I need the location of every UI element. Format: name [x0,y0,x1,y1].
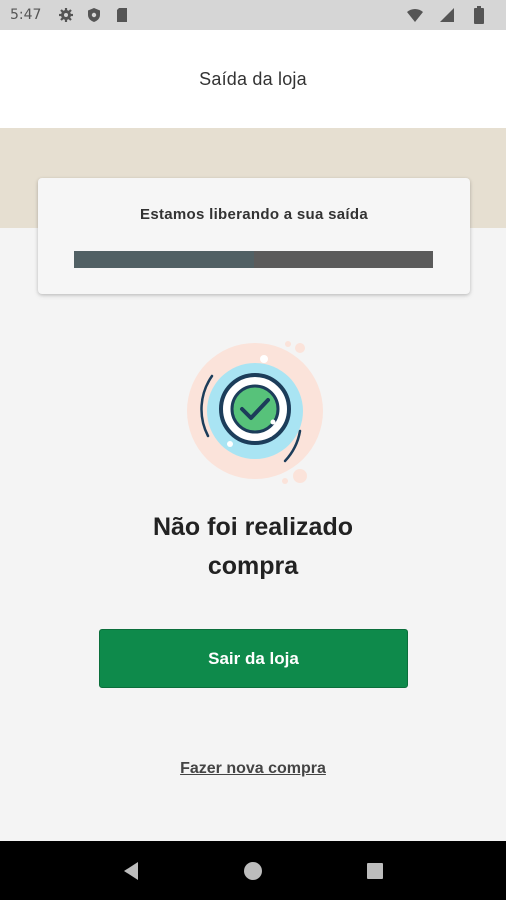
status-message-line1: Não foi realizado [152,513,354,541]
status-time: 5:47 [10,7,42,23]
exit-progress-bar [74,251,433,268]
status-right [404,6,496,24]
status-message-line2: compra [207,552,299,580]
recents-icon[interactable] [363,859,387,883]
check-circle-icon [180,336,330,486]
exit-status-card: Estamos liberando a sua saída [38,178,470,294]
battery-icon [468,6,490,24]
exit-status-text: Estamos liberando a sua saída [140,206,368,223]
back-icon[interactable] [119,859,143,883]
exit-store-screen: 5:47 Saída da loja Estamos liberando a s… [0,0,506,900]
new-purchase-link[interactable]: Fazer nova compra [0,760,506,778]
settings-icon [55,6,77,24]
exit-store-button[interactable]: Sair da loja [99,629,408,688]
status-bar: 5:47 [0,0,506,30]
shield-icon [83,6,105,24]
system-nav-bar [0,841,506,900]
exit-progress-fill [74,251,254,268]
wifi-icon [404,6,426,24]
signal-icon [436,6,458,24]
page-title: Saída da loja [199,68,307,89]
app-header: Saída da loja [0,30,506,128]
sd-card-icon [111,6,133,24]
status-message: Não foi realizado compra [0,508,506,586]
home-icon[interactable] [241,859,265,883]
